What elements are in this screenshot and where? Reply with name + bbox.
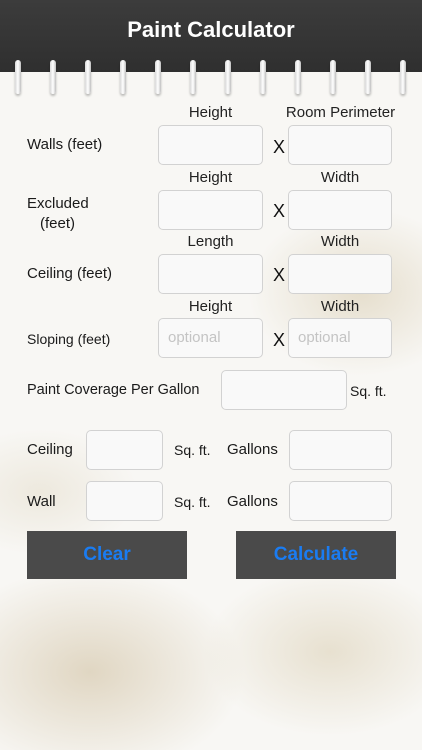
sloping-width-input[interactable]: optional <box>288 318 392 358</box>
binder-ring-icon <box>365 60 371 94</box>
binder-ring-icon <box>190 60 196 94</box>
walls-perimeter-input[interactable] <box>288 125 392 165</box>
sloping-height-input[interactable]: optional <box>158 318 263 358</box>
coverage-label: Paint Coverage Per Gallon <box>27 382 200 398</box>
sloping-times-sign: X <box>273 330 286 350</box>
calculate-button[interactable]: Calculate <box>236 531 396 579</box>
walls-label: Walls (feet) <box>27 136 103 153</box>
excluded-width-input[interactable] <box>288 190 392 230</box>
excluded-width-header: Width <box>320 169 360 186</box>
binder-ring-icon <box>50 60 56 94</box>
binder-ring-icon <box>400 60 406 94</box>
sloping-label: Sloping (feet) <box>27 331 111 347</box>
app-title: Paint Calculator <box>127 17 295 42</box>
wall-gallons-label: Gallons <box>227 493 278 510</box>
wall-result-unit: Sq. ft. <box>174 494 211 510</box>
ceiling-length-header: Length <box>187 233 234 250</box>
walls-times-sign: X <box>273 137 286 157</box>
binder-ring-icon <box>295 60 301 94</box>
excluded-height-input[interactable] <box>158 190 263 230</box>
walls-perimeter-header: Room Perimeter <box>285 104 396 121</box>
wall-area-output <box>86 481 163 521</box>
excluded-label: Excluded <box>27 195 89 212</box>
binder-ring-icon <box>120 60 126 94</box>
coverage-unit: Sq. ft. <box>350 383 387 399</box>
binder-ring-icon <box>330 60 336 94</box>
sloping-height-header: Height <box>188 298 233 315</box>
ceiling-label: Ceiling (feet) <box>27 265 113 282</box>
binder-ring-icon <box>15 60 21 94</box>
coverage-input[interactable] <box>221 370 347 410</box>
sloping-width-header: Width <box>320 298 360 315</box>
ceiling-result-unit: Sq. ft. <box>174 442 211 458</box>
excluded-height-header: Height <box>188 169 233 186</box>
ceiling-result-label: Ceiling <box>27 441 73 458</box>
clear-button[interactable]: Clear <box>27 531 187 579</box>
wall-gallons-output <box>289 481 392 521</box>
ceiling-width-input[interactable] <box>288 254 392 294</box>
ceiling-area-output <box>86 430 163 470</box>
ceiling-gallons-output <box>289 430 392 470</box>
walls-height-header: Height <box>188 104 233 121</box>
excluded-times-sign: X <box>273 201 286 221</box>
ceiling-length-input[interactable] <box>158 254 263 294</box>
binder-ring-icon <box>225 60 231 94</box>
notebook-rings <box>0 60 422 104</box>
ceiling-times-sign: X <box>273 265 286 285</box>
binder-ring-icon <box>85 60 91 94</box>
wall-result-label: Wall <box>27 493 56 510</box>
ceiling-width-header: Width <box>320 233 360 250</box>
excluded-label-unit: (feet) <box>40 215 76 232</box>
ceiling-gallons-label: Gallons <box>227 441 278 458</box>
binder-ring-icon <box>155 60 161 94</box>
binder-ring-icon <box>260 60 266 94</box>
walls-height-input[interactable] <box>158 125 263 165</box>
